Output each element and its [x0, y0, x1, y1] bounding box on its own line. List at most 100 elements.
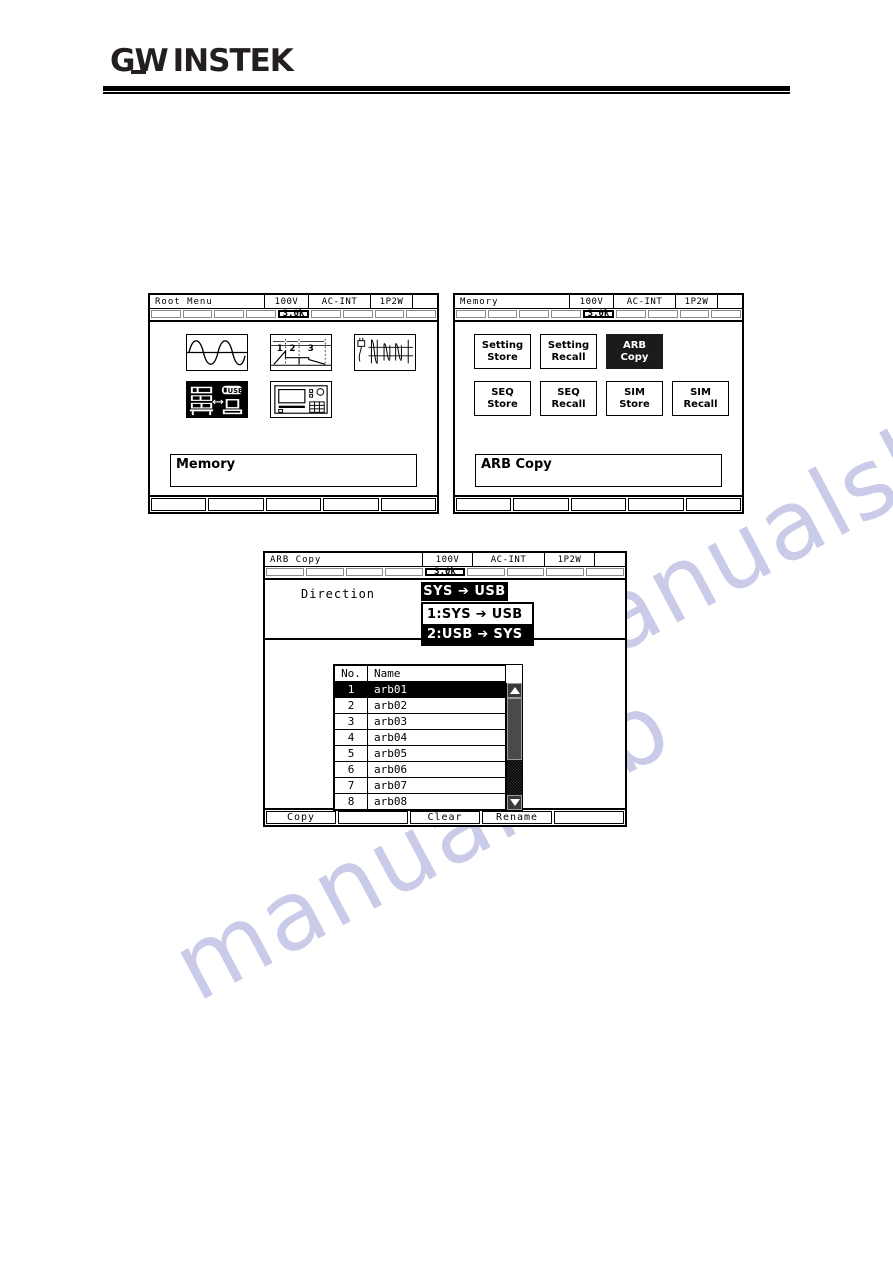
row-no: 8 — [334, 793, 368, 810]
direction-value-field[interactable]: SYS ➔ USB — [421, 582, 508, 601]
arb-copy-button[interactable]: ARB Copy — [606, 334, 663, 369]
table-row[interactable]: 3 arb03 — [334, 713, 506, 730]
table-row[interactable]: 6 arb06 — [334, 761, 506, 778]
sub-slot-6[interactable] — [466, 568, 505, 576]
arb-file-table: No. Name 1 arb01 2 arb02 3 arb03 4 arb04… — [334, 665, 506, 810]
root-menu-body: 1 2 3 USB Memory — [150, 322, 437, 495]
fkey-2[interactable] — [208, 498, 264, 511]
sub-slot-1[interactable] — [456, 310, 486, 318]
fkey-1[interactable] — [456, 498, 512, 511]
seq-store-button[interactable]: SEQ Store — [474, 381, 531, 416]
seq-recall-button[interactable]: SEQ Recall — [540, 381, 597, 416]
info-box-label: Memory — [176, 457, 236, 472]
direction-label: Direction — [301, 587, 376, 601]
sub-slot-7[interactable] — [648, 310, 678, 318]
memory-icon[interactable]: USB — [186, 381, 248, 418]
scroll-up-arrow-icon[interactable] — [507, 683, 522, 698]
sub-slot-2[interactable] — [182, 310, 213, 318]
sub-slot-4[interactable] — [246, 310, 276, 318]
sub-slot-3[interactable] — [519, 310, 550, 318]
status-mode: AC-INT — [614, 295, 676, 308]
scrollbar-track[interactable] — [507, 760, 522, 795]
table-row[interactable]: 7 arb07 — [334, 777, 506, 794]
table-row[interactable]: 5 arb05 — [334, 745, 506, 762]
setting-recall-button[interactable]: Setting Recall — [540, 334, 597, 369]
seq-store-line1: SEQ — [491, 386, 514, 398]
status-bar: Root Menu 100V AC-INT 1P2W — [150, 295, 437, 309]
row-name: arb05 — [367, 745, 506, 762]
sub-slot-7[interactable] — [506, 568, 545, 576]
fkey-copy[interactable]: Copy — [266, 811, 336, 824]
row-no: 5 — [334, 745, 368, 762]
svg-text:3: 3 — [308, 344, 314, 354]
fkey-3[interactable] — [570, 498, 627, 511]
memory-row-1: Setting Store Setting Recall ARB Copy — [455, 334, 742, 369]
fkey-rename[interactable]: Rename — [482, 811, 552, 824]
status-mode: AC-INT — [309, 295, 371, 308]
status-spare — [413, 295, 437, 308]
sub-slot-9[interactable] — [406, 310, 437, 318]
sub-slot-frequency[interactable]: 3.0k — [582, 309, 615, 319]
scrollbar-thumb[interactable] — [507, 698, 522, 760]
status-bar: Memory 100V AC-INT 1P2W — [455, 295, 742, 309]
sub-slot-2[interactable] — [305, 568, 344, 576]
sub-slot-1[interactable] — [266, 568, 304, 576]
fkey-5[interactable] — [554, 811, 624, 824]
fkey-2[interactable] — [513, 498, 569, 511]
fkey-clear[interactable]: Clear — [410, 811, 480, 824]
seq-recall-line1: SEQ — [557, 386, 580, 398]
sub-slot-frequency[interactable]: 3.0k — [277, 309, 310, 319]
seq-recall-line2: Recall — [551, 398, 586, 410]
table-row[interactable]: 8 arb08 — [334, 793, 506, 810]
sub-slot-2[interactable] — [487, 310, 518, 318]
table-row[interactable]: 2 arb02 — [334, 697, 506, 714]
fkey-4[interactable] — [628, 498, 684, 511]
brand-logo: GW INSTEK — [110, 46, 294, 77]
fkey-4[interactable] — [323, 498, 379, 511]
sub-slot-8[interactable] — [546, 568, 585, 576]
sub-slot-3[interactable] — [214, 310, 245, 318]
dropdown-option-usb-to-sys[interactable]: 2:USB ➔ SYS — [423, 624, 532, 644]
fkey-2[interactable] — [338, 811, 408, 824]
sub-slot-7[interactable] — [343, 310, 373, 318]
fkey-1[interactable] — [151, 498, 207, 511]
fkey-5[interactable] — [685, 498, 742, 511]
setting-store-button[interactable]: Setting Store — [474, 334, 531, 369]
status-title: ARB Copy — [265, 553, 423, 566]
row-no: 4 — [334, 729, 368, 746]
memory-body: Setting Store Setting Recall ARB Copy SE… — [455, 322, 742, 495]
setting-recall-line1: Setting — [547, 339, 590, 351]
dropdown-option-sys-to-usb[interactable]: 1:SYS ➔ USB — [423, 604, 532, 624]
sub-slot-4[interactable] — [385, 568, 424, 576]
table-row[interactable]: 1 arb01 — [334, 681, 506, 698]
sub-slot-8[interactable] — [374, 310, 405, 318]
simulation-icon[interactable] — [354, 334, 416, 371]
table-header-row: No. Name — [334, 665, 506, 682]
status-title: Memory — [455, 295, 570, 308]
sub-status-bar: 3.0k — [455, 309, 742, 322]
sub-slot-1[interactable] — [151, 310, 181, 318]
table-scrollbar[interactable] — [506, 683, 522, 810]
sub-slot-4[interactable] — [551, 310, 581, 318]
sub-slot-8[interactable] — [679, 310, 710, 318]
sequence-icon[interactable]: 1 2 3 — [270, 334, 332, 371]
status-wiring: 1P2W — [371, 295, 413, 308]
sub-slot-9[interactable] — [586, 568, 625, 576]
status-spare — [595, 553, 625, 566]
system-icon[interactable] — [270, 381, 332, 418]
continuous-icon[interactable] — [186, 334, 248, 371]
arb-file-table-container: No. Name 1 arb01 2 arb02 3 arb03 4 arb04… — [333, 664, 523, 811]
sub-slot-frequency[interactable]: 3.0k — [425, 567, 465, 577]
sub-slot-9[interactable] — [711, 310, 742, 318]
scroll-down-arrow-icon[interactable] — [507, 795, 522, 810]
fkey-5[interactable] — [380, 498, 437, 511]
table-row[interactable]: 4 arb04 — [334, 729, 506, 746]
sim-recall-button[interactable]: SIM Recall — [672, 381, 729, 416]
sim-store-button[interactable]: SIM Store — [606, 381, 663, 416]
sub-slot-6[interactable] — [311, 310, 342, 318]
sub-slot-6[interactable] — [616, 310, 647, 318]
seq-store-line2: Store — [487, 398, 518, 410]
sub-slot-3[interactable] — [345, 568, 384, 576]
info-box: Memory — [170, 454, 417, 487]
fkey-3[interactable] — [265, 498, 322, 511]
